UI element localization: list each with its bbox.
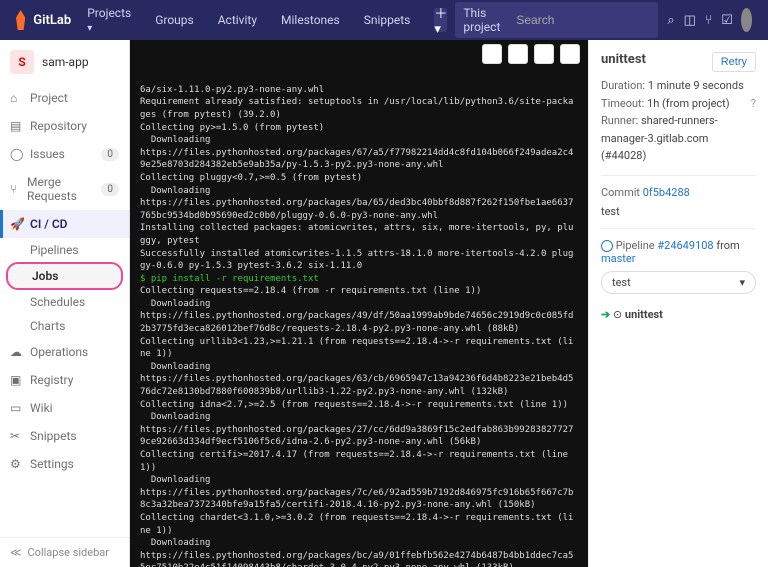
issues-icon[interactable]: ◫ [684,10,696,30]
job-detail-panel: Retry unittest Duration: 1 minute 9 seco… [588,40,768,567]
sidebar-item-cicd[interactable]: 🚀CI / CD [0,210,129,238]
chevron-left-icon: ≪ [10,546,22,559]
search-scope[interactable]: This project [455,2,508,38]
gitlab-logo-icon [16,10,25,30]
pass-icon: ➔ [601,308,610,321]
sidebar-item-snippets[interactable]: ✂Snippets [0,422,129,450]
help-icon[interactable]: ? [751,95,756,113]
result-job-name: unittest [625,308,663,321]
sidebar-sub-jobs[interactable]: Jobs [6,262,123,290]
rocket-icon: 🚀 [10,217,24,231]
new-button[interactable]: ＋▾ [434,8,447,32]
timeout-value: 1h (from project) [647,97,730,110]
branch-link[interactable]: master [601,252,635,265]
job-log[interactable]: 6a/six-1.11.0-py2.py3-none-any.whlRequir… [130,40,588,567]
pipeline-status-icon [601,240,613,252]
collapse-sidebar[interactable]: ≪Collapse sidebar [0,537,129,567]
stage-dropdown[interactable]: test▾ [601,271,756,294]
sidebar-item-issues[interactable]: ◯Issues0 [0,140,129,168]
project-context[interactable]: S sam-app [0,40,129,84]
repo-icon: ▤ [10,119,24,133]
sidebar-item-repository[interactable]: ▤Repository [0,112,129,140]
user-avatar[interactable] [741,8,752,32]
erase-button[interactable] [534,44,554,64]
stage-name: test [601,205,756,218]
scroll-top-button[interactable] [482,44,502,64]
project-name: sam-app [42,55,89,69]
sidebar-item-operations[interactable]: ☁Operations [0,338,129,366]
raw-button[interactable] [560,44,580,64]
sidebar-item-registry[interactable]: ▣Registry [0,366,129,394]
chevron-down-icon: ▾ [739,276,745,289]
sidebar-sub-pipelines[interactable]: Pipelines [0,238,129,262]
mr-icon: ⑂ [10,182,21,196]
merge-requests-icon[interactable]: ⑂ [704,10,713,30]
search-icon[interactable]: ⌕ [666,10,675,30]
search-input[interactable] [508,2,658,38]
retry-button[interactable]: Retry [712,52,756,72]
sidebar-item-project[interactable]: ⌂Project [0,84,129,112]
sidebar-sub-schedules[interactable]: Schedules [0,290,129,314]
sidebar-item-settings[interactable]: ⚙Settings [0,450,129,478]
todos-icon[interactable]: ☑ [721,10,733,30]
ops-icon: ☁ [10,345,24,359]
registry-icon: ▣ [10,373,24,387]
pipeline-link[interactable]: #24649108 [657,239,713,252]
sidebar-sub-charts[interactable]: Charts [0,314,129,338]
gear-icon: ⚙ [10,457,24,471]
scroll-bottom-button[interactable] [508,44,528,64]
nav-activity[interactable]: Activity [210,13,265,27]
duration-value: 1 minute 9 seconds [648,79,744,92]
book-icon: ▭ [10,401,24,415]
snippet-icon: ✂ [10,429,24,443]
nav-snippets[interactable]: Snippets [356,13,419,27]
home-icon: ⌂ [10,91,24,105]
nav-milestones[interactable]: Milestones [273,13,348,27]
brand: GitLab [33,13,71,28]
commit-link[interactable]: 0f5b4288 [643,186,690,199]
top-nav: GitLab Projects Groups Activity Mileston… [0,0,768,40]
sidebar-item-merge-requests[interactable]: ⑂Merge Requests0 [0,168,129,210]
sidebar: S sam-app ⌂Project ▤Repository ◯Issues0 … [0,40,130,567]
issues-icon: ◯ [10,147,24,161]
nav-projects[interactable]: Projects [79,6,139,34]
nav-groups[interactable]: Groups [147,13,202,27]
sidebar-item-wiki[interactable]: ▭Wiki [0,394,129,422]
project-avatar: S [10,50,34,74]
